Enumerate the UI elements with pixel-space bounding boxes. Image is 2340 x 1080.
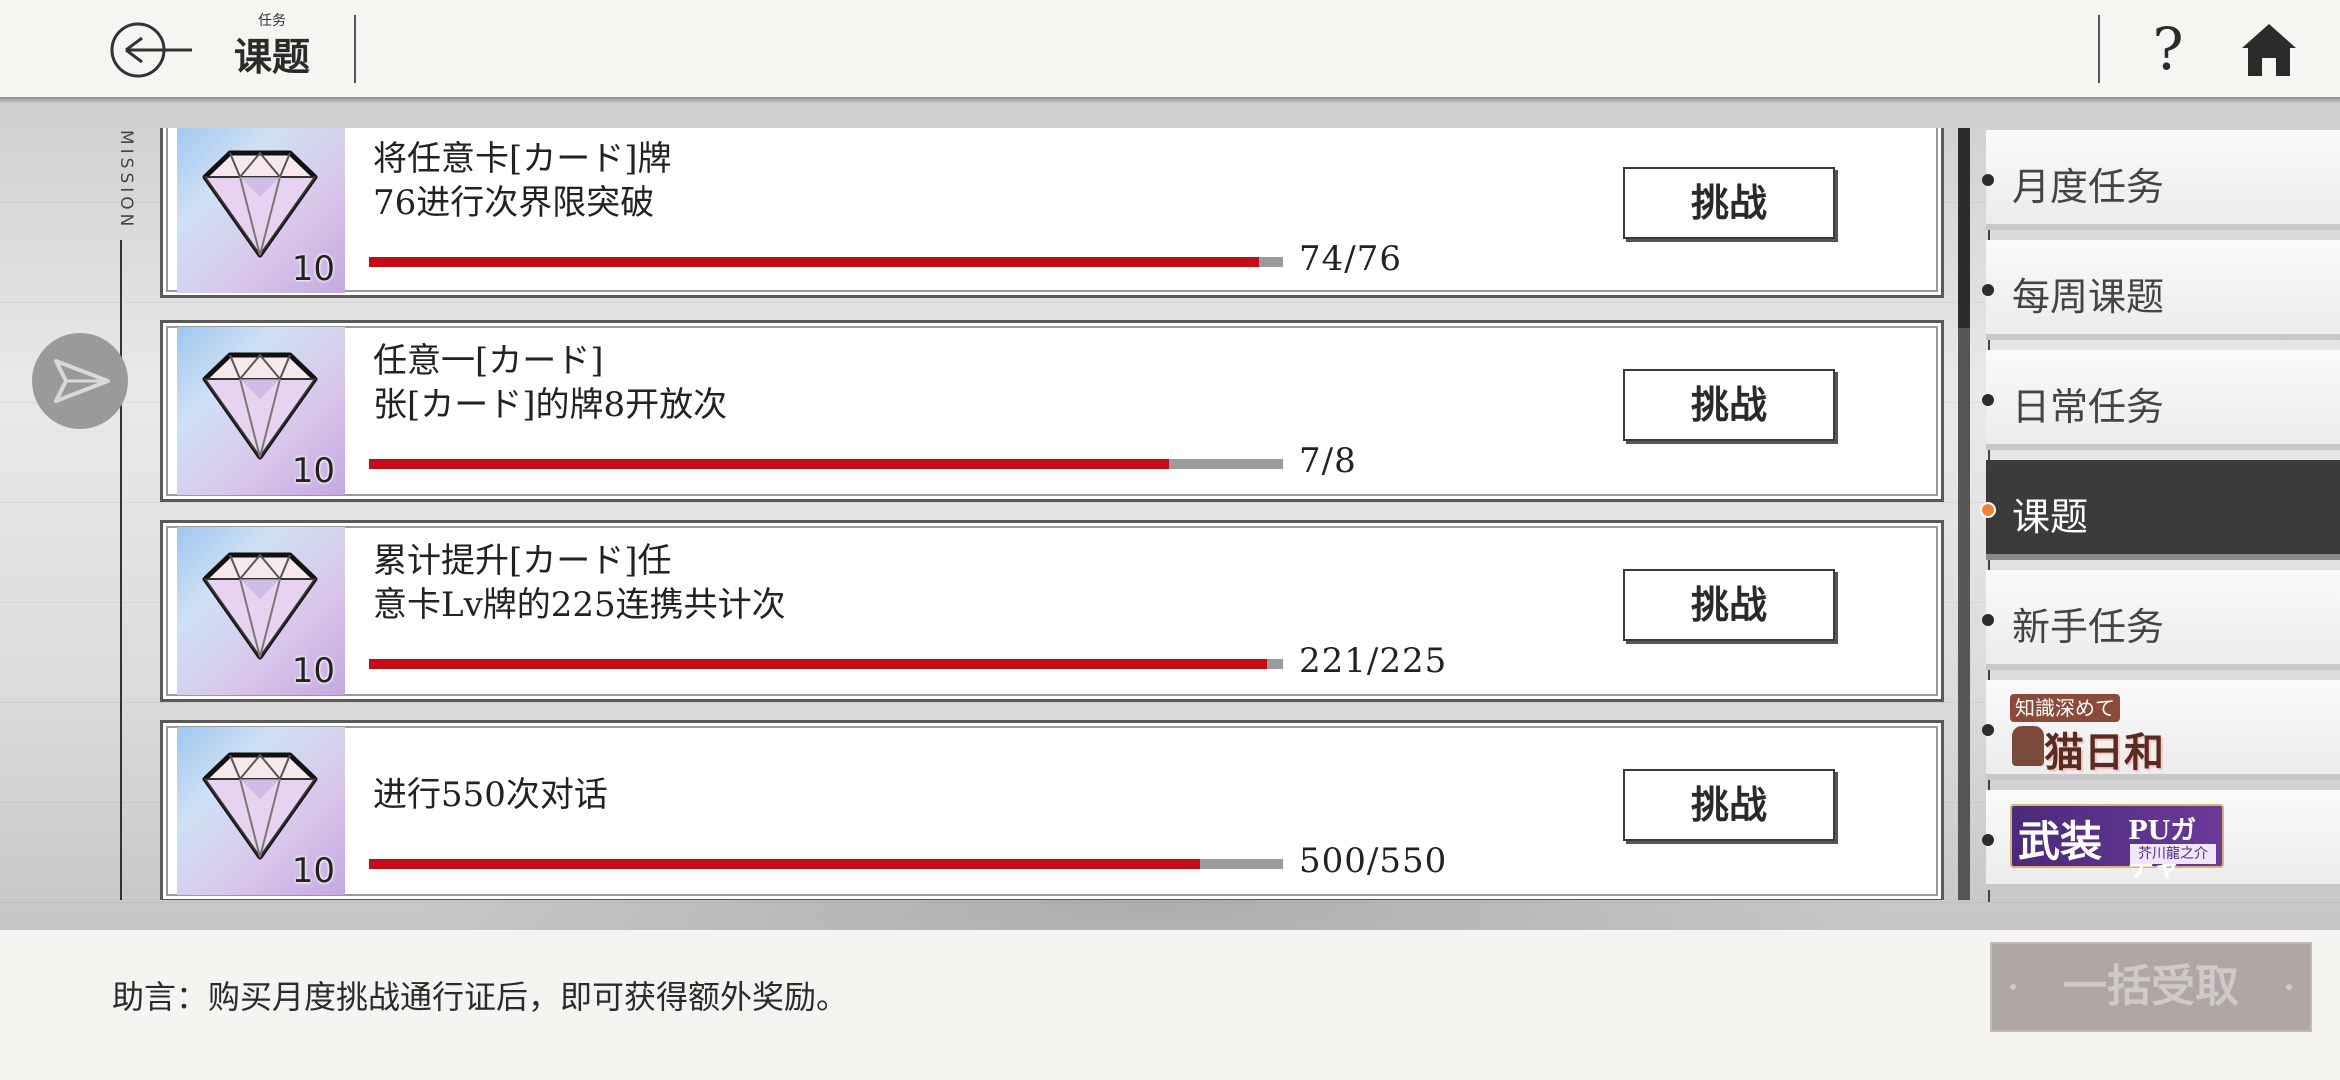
help-icon[interactable]: ? — [2148, 16, 2188, 82]
challenge-button[interactable]: 挑战 — [1623, 369, 1835, 441]
send-button[interactable] — [32, 333, 128, 429]
tab-label: 月度任务 — [2012, 165, 2165, 209]
tab-monthly[interactable]: 月度任务 — [1982, 130, 2340, 234]
task-list[interactable]: 10 将任意卡[カード]牌 76进行次界限突破 74/76 挑战 10 任意一[… — [160, 128, 1946, 900]
home-icon[interactable] — [2240, 22, 2298, 78]
progress-bar — [369, 859, 1283, 869]
task-description-line: 将任意卡[カード]牌 — [373, 139, 672, 179]
top-bar: 任务 课题 ? — [0, 0, 2340, 100]
header-divider-right — [2098, 15, 2100, 83]
progress-fill — [369, 459, 1169, 469]
reward-count: 10 — [291, 249, 335, 289]
reward-item[interactable]: 10 — [177, 527, 345, 695]
diamond-icon — [202, 150, 318, 258]
tab-label: 课题 — [2012, 495, 2089, 539]
tab-label: 每周课题 — [2012, 275, 2165, 319]
reward-count: 10 — [291, 451, 335, 491]
task-card: 10 任意一[カード] 张[カード]的牌8开放次 7/8 挑战 — [160, 320, 1944, 502]
mission-label: MISSION — [116, 130, 136, 231]
challenge-button[interactable]: 挑战 — [1623, 569, 1835, 641]
header-divider — [354, 15, 356, 83]
challenge-button[interactable]: 挑战 — [1623, 769, 1835, 841]
progress-count: 500/550 — [1299, 841, 1448, 881]
collect-all-label: 一括受取 — [2063, 961, 2239, 1012]
side-menu: 月度任务 每周课题 日常任务 课题 新手任务 知識深めて 猫日和 武装 PUガチ… — [1980, 128, 2340, 900]
task-description: 将任意卡[カード]牌 76进行次界限突破 — [373, 137, 1373, 225]
task-description: 累计提升[カード]任 意卡Lv牌的225连携共计次 — [373, 539, 1373, 627]
tab-dot — [1982, 614, 1994, 626]
banner-title: 猫日和 — [2044, 730, 2164, 776]
tab-dot — [1982, 284, 1994, 296]
diamond-icon — [202, 752, 318, 860]
reward-count: 10 — [291, 851, 335, 891]
progress-bar — [369, 257, 1283, 267]
progress-fill — [369, 659, 1267, 669]
tab-event-cat[interactable]: 知識深めて 猫日和 — [1982, 680, 2340, 784]
tab-event-arms[interactable]: 武装 PUガチャ 芥川龍之介 — [1982, 790, 2340, 894]
progress-bar — [369, 659, 1283, 669]
button-dot — [2286, 984, 2292, 990]
tab-daily[interactable]: 日常任务 — [1982, 350, 2340, 454]
task-card: 10 进行550次对话 500/550 挑战 — [160, 720, 1944, 900]
task-description-line: 意卡Lv牌的225连携共计次 — [373, 585, 786, 625]
tab-challenges[interactable]: 课题 — [1980, 460, 2340, 564]
task-card: 10 将任意卡[カード]牌 76进行次界限突破 74/76 挑战 — [160, 128, 1944, 298]
tab-weekly[interactable]: 每周课题 — [1982, 240, 2340, 344]
tab-dot — [1982, 724, 1994, 736]
task-description: 任意一[カード] 张[カード]的牌8开放次 — [373, 339, 1373, 427]
task-card: 10 累计提升[カード]任 意卡Lv牌的225连携共计次 221/225 挑战 — [160, 520, 1944, 702]
banner-title: 武装 — [2018, 817, 2103, 866]
diamond-icon — [202, 552, 318, 660]
tab-dot — [1982, 174, 1994, 186]
banner-caption: 知識深めて — [2010, 694, 2120, 722]
progress-count: 74/76 — [1299, 239, 1402, 279]
reward-item[interactable]: 10 — [177, 327, 345, 495]
task-description-line: 进行550次对话 — [373, 775, 608, 815]
banner-character-name: 芥川龍之介 — [2130, 844, 2216, 864]
page-title: 课题 — [233, 35, 310, 79]
progress-fill — [369, 859, 1200, 869]
progress-count: 221/225 — [1299, 641, 1448, 681]
footer: 助言：购买月度挑战通行证后，即可获得额外奖励。 一括受取 — [0, 930, 2340, 1080]
reward-item[interactable]: 10 — [177, 727, 345, 895]
task-description-line: 任意一[カード] — [373, 341, 604, 381]
task-description: 进行550次对话 — [373, 773, 1373, 817]
diamond-icon — [202, 352, 318, 460]
tab-dot — [1982, 394, 1994, 406]
back-button[interactable] — [108, 20, 192, 80]
progress-fill — [369, 257, 1260, 267]
task-description-line: 张[カード]的牌8开放次 — [373, 385, 728, 425]
collect-all-button[interactable]: 一括受取 — [1990, 942, 2312, 1032]
challenge-button[interactable]: 挑战 — [1623, 167, 1835, 239]
scrollbar-thumb[interactable] — [1958, 128, 1970, 328]
tab-label: 新手任务 — [2012, 605, 2165, 649]
tab-beginner[interactable]: 新手任务 — [1982, 570, 2340, 674]
cat-icon — [2012, 726, 2044, 766]
tab-dot — [1980, 502, 1996, 518]
task-description-line: 累计提升[カード]任 — [373, 541, 672, 581]
reward-count: 10 — [291, 651, 335, 691]
event-banner-arms: 武装 PUガチャ 芥川龍之介 — [2010, 804, 2224, 883]
back-arrow-icon — [110, 22, 192, 78]
tab-label: 日常任务 — [2012, 385, 2165, 429]
paper-plane-icon — [54, 359, 110, 403]
progress-count: 7/8 — [1299, 441, 1357, 481]
button-dot — [2010, 984, 2016, 990]
reward-item[interactable]: 10 — [177, 128, 345, 293]
task-description-line: 76进行次界限突破 — [373, 183, 655, 223]
tab-dot — [1982, 834, 1994, 846]
progress-bar — [369, 459, 1283, 469]
hint-text: 助言：购买月度挑战通行证后，即可获得额外奖励。 — [112, 978, 849, 1016]
event-banner-cat: 知識深めて 猫日和 — [2010, 694, 2180, 776]
